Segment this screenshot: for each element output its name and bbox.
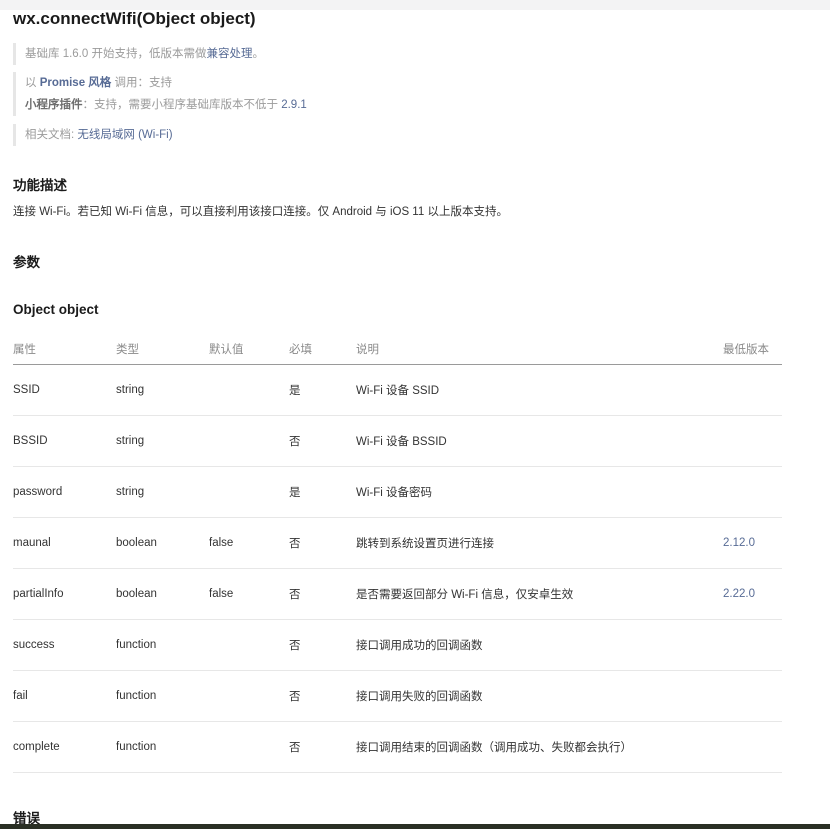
table-row: password string 是 Wi-Fi 设备密码 bbox=[13, 466, 782, 518]
compat-link[interactable]: 兼容处理 bbox=[206, 48, 252, 60]
cell-version bbox=[723, 619, 782, 671]
params-heading: 参数 bbox=[13, 255, 40, 270]
cell-type: boolean bbox=[116, 517, 209, 569]
cell-name: SSID bbox=[13, 364, 116, 416]
cell-default bbox=[209, 619, 289, 671]
cell-desc: 跳转到系统设置页进行连接 bbox=[356, 517, 723, 569]
page-title: wx.connectWifi(Object object) bbox=[13, 9, 256, 28]
table-row: BSSID string 否 Wi-Fi 设备 BSSID bbox=[13, 415, 782, 467]
feature-heading: 功能描述 bbox=[13, 178, 67, 193]
cell-desc: Wi-Fi 设备密码 bbox=[356, 466, 723, 518]
cell-type: boolean bbox=[116, 568, 209, 620]
cell-type: string bbox=[116, 415, 209, 467]
params-table: 属性 类型 默认值 必填 说明 最低版本 SSID string 是 Wi-Fi… bbox=[13, 334, 782, 773]
cell-version bbox=[723, 466, 782, 518]
cell-name: partialInfo bbox=[13, 568, 116, 620]
support-note: 基础库 1.6.0 开始支持，低版本需做兼容处理。 bbox=[13, 43, 264, 65]
plugin-text: ：支持，需要小程序基础库版本不低于 bbox=[82, 99, 282, 111]
header-required: 必填 bbox=[289, 334, 356, 365]
cell-default: false bbox=[209, 517, 289, 569]
table-row: success function 否 接口调用成功的回调函数 bbox=[13, 619, 782, 671]
cell-desc: 接口调用成功的回调函数 bbox=[356, 619, 723, 671]
wifi-doc-link[interactable]: 无线局域网 (Wi-Fi) bbox=[77, 129, 172, 141]
plugin-label: 小程序插件 bbox=[25, 99, 83, 111]
table-row: fail function 否 接口调用失败的回调函数 bbox=[13, 670, 782, 722]
cell-version bbox=[723, 670, 782, 722]
cell-required: 否 bbox=[289, 670, 356, 722]
base-lib-text: 基础库 1.6.0 开始支持，低版本需做 bbox=[25, 48, 207, 60]
call-support-note: 以 Promise 风格 调用：支持 小程序插件：支持，需要小程序基础库版本不低… bbox=[13, 72, 307, 116]
cell-desc: 接口调用失败的回调函数 bbox=[356, 670, 723, 722]
header-default: 默认值 bbox=[209, 334, 289, 365]
cell-name: complete bbox=[13, 721, 116, 773]
table-row: partialInfo boolean false 否 是否需要返回部分 Wi-… bbox=[13, 568, 782, 620]
header-attribute: 属性 bbox=[13, 334, 116, 365]
cell-desc: 接口调用结束的回调函数（调用成功、失败都会执行） bbox=[356, 721, 723, 773]
cell-default: false bbox=[209, 568, 289, 620]
cell-default bbox=[209, 466, 289, 518]
feature-description: 连接 Wi-Fi。若已知 Wi-Fi 信息，可以直接利用该接口连接。仅 Andr… bbox=[13, 206, 508, 218]
cell-type: function bbox=[116, 619, 209, 671]
doc-label: 相关文档: bbox=[25, 129, 78, 141]
cell-default bbox=[209, 670, 289, 722]
cell-required: 否 bbox=[289, 721, 356, 773]
cell-version[interactable]: 2.22.0 bbox=[723, 568, 782, 620]
base-lib-suffix: 。 bbox=[252, 48, 264, 60]
cell-required: 否 bbox=[289, 415, 356, 467]
cell-name: BSSID bbox=[13, 415, 116, 467]
cell-desc: Wi-Fi 设备 SSID bbox=[356, 364, 723, 416]
cell-default bbox=[209, 721, 289, 773]
header-description: 说明 bbox=[356, 334, 723, 365]
cell-required: 否 bbox=[289, 517, 356, 569]
table-row: maunal boolean false 否 跳转到系统设置页进行连接 2.12… bbox=[13, 517, 782, 569]
cell-desc: Wi-Fi 设备 BSSID bbox=[356, 415, 723, 467]
cell-name: password bbox=[13, 466, 116, 518]
cell-name: success bbox=[13, 619, 116, 671]
related-docs-note: 相关文档: 无线局域网 (Wi-Fi) bbox=[13, 124, 173, 146]
promise-prefix: 以 bbox=[25, 77, 40, 89]
cell-version bbox=[723, 364, 782, 416]
cell-type: string bbox=[116, 466, 209, 518]
table-header-row: 属性 类型 默认值 必填 说明 最低版本 bbox=[13, 334, 782, 365]
cell-type: function bbox=[116, 670, 209, 722]
cell-required: 否 bbox=[289, 568, 356, 620]
cell-version[interactable]: 2.12.0 bbox=[723, 517, 782, 569]
table-row: complete function 否 接口调用结束的回调函数（调用成功、失败都… bbox=[13, 721, 782, 773]
cell-default bbox=[209, 415, 289, 467]
object-heading: Object object bbox=[13, 302, 99, 317]
header-type: 类型 bbox=[116, 334, 209, 365]
bottom-bar bbox=[0, 824, 830, 829]
promise-style-link[interactable]: Promise 风格 bbox=[40, 77, 112, 89]
cell-desc: 是否需要返回部分 Wi-Fi 信息，仅安卓生效 bbox=[356, 568, 723, 620]
cell-name: maunal bbox=[13, 517, 116, 569]
cell-version bbox=[723, 415, 782, 467]
cell-required: 是 bbox=[289, 364, 356, 416]
cell-type: string bbox=[116, 364, 209, 416]
cell-default bbox=[209, 364, 289, 416]
plugin-version-link[interactable]: 2.9.1 bbox=[281, 99, 307, 111]
cell-required: 否 bbox=[289, 619, 356, 671]
promise-suffix: 调用：支持 bbox=[111, 77, 172, 89]
cell-type: function bbox=[116, 721, 209, 773]
cell-required: 是 bbox=[289, 466, 356, 518]
header-min-version: 最低版本 bbox=[723, 334, 782, 365]
table-row: SSID string 是 Wi-Fi 设备 SSID bbox=[13, 364, 782, 416]
cell-name: fail bbox=[13, 670, 116, 722]
cell-version bbox=[723, 721, 782, 773]
